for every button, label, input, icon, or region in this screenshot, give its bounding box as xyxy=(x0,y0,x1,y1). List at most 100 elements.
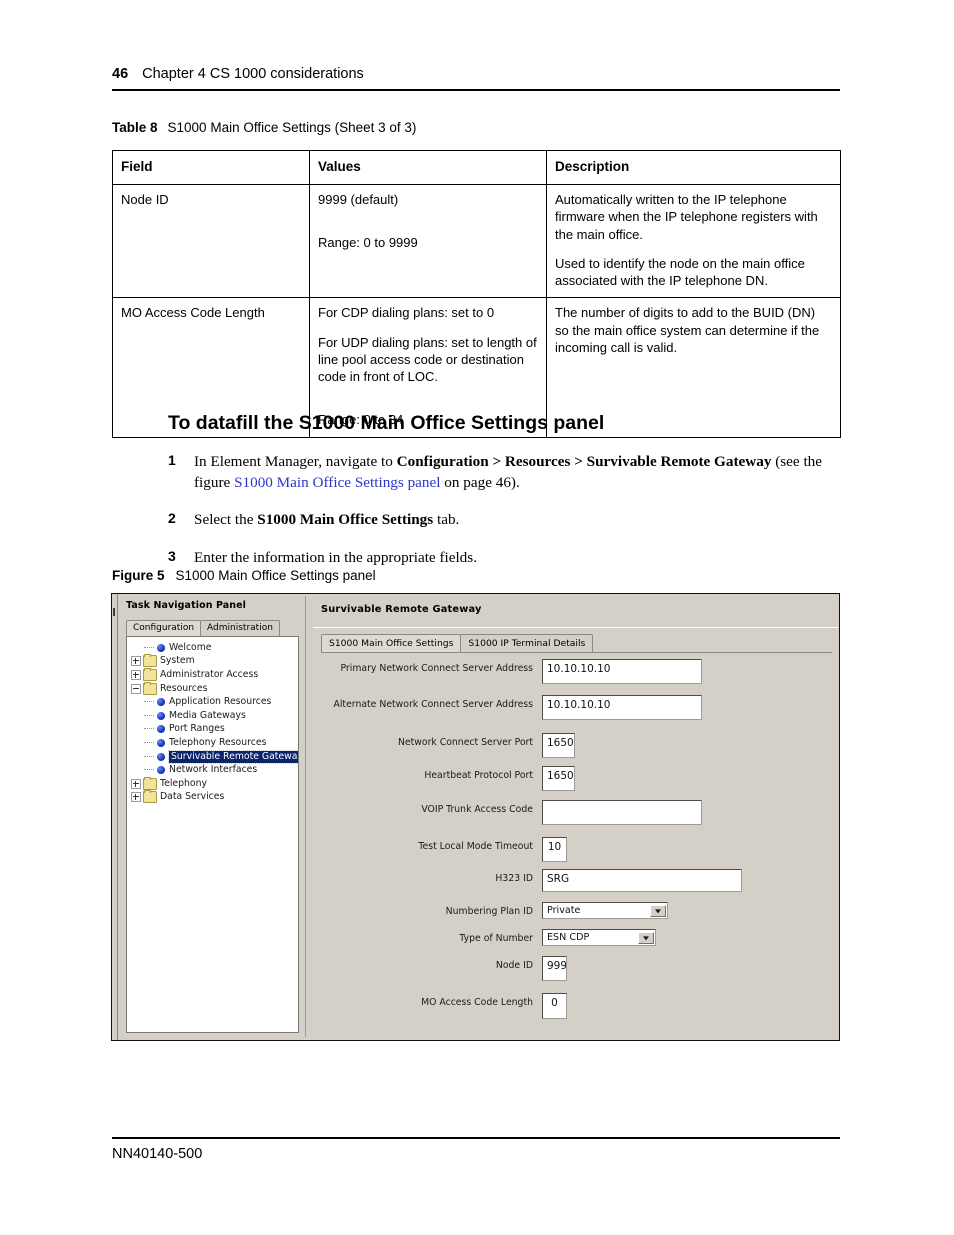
cell-field: Node ID xyxy=(112,183,310,299)
label-node-id: Node ID xyxy=(495,960,533,971)
content-panel-title: Survivable Remote Gateway xyxy=(321,604,482,615)
tree-item-label: Welcome xyxy=(169,641,212,653)
tree-item-resources[interactable]: Resources xyxy=(129,681,298,696)
tree-item-label: Administrator Access xyxy=(160,668,259,680)
content-divider xyxy=(313,627,838,628)
tree-item-label: Media Gateways xyxy=(169,709,246,721)
input-node-id[interactable]: 9999 xyxy=(542,956,567,981)
step-number: 2 xyxy=(168,510,176,527)
chevron-down-icon[interactable] xyxy=(649,904,666,917)
procedure-step: 3 Enter the information in the appropria… xyxy=(168,548,844,569)
tree-item-label: Network Interfaces xyxy=(169,764,258,776)
tab-configuration[interactable]: Configuration xyxy=(126,620,202,636)
label-primary-network-connect-server-address: Primary Network Connect Server Address xyxy=(340,663,533,674)
value-line: For UDP dialing plans: set to length of … xyxy=(318,334,537,385)
page-header: 46 Chapter 4 CS 1000 considerations xyxy=(112,66,840,82)
input-network-connect-server-port[interactable]: 16500 xyxy=(542,733,575,758)
column-header-field: Field xyxy=(112,150,310,185)
tree-item-telephony[interactable]: Telephony xyxy=(129,776,298,791)
column-header-values: Values xyxy=(309,150,547,185)
step-number: 3 xyxy=(168,547,176,564)
folder-icon xyxy=(143,667,157,681)
form-row-network-connect-server-port: Network Connect Server Port 16500 xyxy=(321,733,575,758)
tree-connector xyxy=(144,701,154,703)
expand-icon[interactable] xyxy=(131,669,141,680)
tree-item-label: Telephony xyxy=(160,777,207,789)
input-heartbeat-protocol-port[interactable]: 16501 xyxy=(542,766,575,791)
value-line: 9999 (default) xyxy=(318,191,399,207)
tree-connector xyxy=(144,741,154,744)
input-voip-trunk-access-code[interactable] xyxy=(542,800,702,825)
tree-item-system[interactable]: System xyxy=(129,654,298,669)
document-page: 46 Chapter 4 CS 1000 considerations Tabl… xyxy=(0,0,954,1235)
form-row-numbering-plan-id: Numbering Plan ID Private xyxy=(321,902,668,919)
input-h323-id[interactable]: SRG xyxy=(542,869,742,892)
tree-item-welcome[interactable]: Welcome xyxy=(129,641,298,655)
tree-list: Welcome System Administrator Access Resourc… xyxy=(127,637,298,804)
expand-icon[interactable] xyxy=(131,778,141,789)
node-bullet-icon xyxy=(157,643,165,652)
tree-item-telephony-resources[interactable]: Telephony Resources xyxy=(129,736,298,750)
node-bullet-icon xyxy=(157,725,165,734)
tree-item-network-interfaces[interactable]: Network Interfaces xyxy=(129,763,298,777)
form-row-voip-trunk-access-code: VOIP Trunk Access Code xyxy=(321,800,702,825)
step-text-bold: Configuration > Resources > Survivable R… xyxy=(396,453,772,470)
input-alternate-network-connect-server-address[interactable]: 10.10.10.10 xyxy=(542,695,702,720)
input-mo-access-code-length[interactable]: 0 xyxy=(542,993,567,1019)
node-bullet-icon xyxy=(157,766,165,775)
tree-connector xyxy=(144,728,154,730)
navigation-tree[interactable]: Welcome System Administrator Access Resourc… xyxy=(126,636,299,1033)
cross-reference-link[interactable]: S1000 Main Office Settings panel xyxy=(234,474,440,491)
tree-item-data-services[interactable]: Data Services xyxy=(129,790,298,805)
expand-icon[interactable] xyxy=(131,656,141,667)
tree-item-administrator-access[interactable]: Administrator Access xyxy=(129,667,298,682)
label-voip-trunk-access-code: VOIP Trunk Access Code xyxy=(421,804,533,815)
tree-item-media-gateways[interactable]: Media Gateways xyxy=(129,709,298,723)
expand-icon[interactable] xyxy=(131,792,141,803)
input-primary-network-connect-server-address[interactable]: 10.10.10.10 xyxy=(542,659,702,684)
step-text-part: Select the xyxy=(194,511,258,529)
settings-form: Primary Network Connect Server Address 10… xyxy=(321,653,832,1031)
dropdown-numbering-plan-id[interactable]: Private xyxy=(542,902,668,919)
figure-caption: Figure 5 S1000 Main Office Settings panel xyxy=(112,568,376,583)
value-line: Range: 0 to 9999 xyxy=(318,235,418,251)
tab-s1000-ip-terminal-details[interactable]: S1000 IP Terminal Details xyxy=(460,634,594,652)
figure-caption-label: Figure 5 xyxy=(112,568,165,583)
column-header-description: Description xyxy=(546,150,841,185)
description-line: The number of digits to add to the BUID … xyxy=(555,305,820,355)
tab-administration[interactable]: Administration xyxy=(200,620,280,636)
collapse-icon[interactable] xyxy=(131,683,141,694)
dropdown-type-of-number[interactable]: ESN CDP xyxy=(542,929,656,946)
table-header-row: Field Values Description xyxy=(112,150,841,185)
tree-item-application-resources[interactable]: Application Resources xyxy=(129,695,298,709)
tree-connector xyxy=(144,646,154,649)
node-bullet-icon xyxy=(157,698,165,707)
tab-s1000-main-office-settings[interactable]: S1000 Main Office Settings xyxy=(321,634,462,652)
step-text-part: In Element Manager, navigate to xyxy=(194,453,397,470)
form-row-alternate-network-connect-server-address: Alternate Network Connect Server Address… xyxy=(321,695,702,720)
folder-icon xyxy=(143,681,157,695)
footer-rule xyxy=(112,1137,840,1139)
label-test-local-mode-timeout: Test Local Mode Timeout xyxy=(418,841,533,852)
tree-item-survivable-remote-gateway[interactable]: Survivable Remote Gateway xyxy=(129,749,298,764)
step-number: 1 xyxy=(168,452,176,468)
step-text: In Element Manager, navigate to Configur… xyxy=(194,452,844,493)
form-row-mo-access-code-length: MO Access Code Length 0 xyxy=(321,993,567,1019)
input-test-local-mode-timeout[interactable]: 10 xyxy=(542,837,567,862)
tree-item-port-ranges[interactable]: Port Ranges xyxy=(129,723,298,737)
form-row-heartbeat-protocol-port: Heartbeat Protocol Port 16501 xyxy=(321,766,575,791)
label-type-of-number: Type of Number xyxy=(459,933,533,944)
label-network-connect-server-port: Network Connect Server Port xyxy=(397,737,533,748)
chevron-down-icon[interactable] xyxy=(637,931,654,944)
node-bullet-icon xyxy=(157,738,165,747)
dropdown-value-type-of-number: ESN CDP xyxy=(547,932,590,943)
label-mo-access-code-length: MO Access Code Length xyxy=(421,997,533,1008)
procedure-steps: 1 In Element Manager, navigate to Config… xyxy=(168,452,844,568)
procedure-step: 2 Select the S1000 Main Office Settings … xyxy=(168,510,844,531)
settings-table: Field Values Description Node ID 9999 (d… xyxy=(112,150,841,438)
step-text-part: on page 46). xyxy=(440,473,520,491)
settings-form-panel: Primary Network Connect Server Address 10… xyxy=(321,652,832,1031)
value-line: For CDP dialing plans: set to 0 xyxy=(318,305,495,321)
tree-item-label: Port Ranges xyxy=(169,723,225,735)
